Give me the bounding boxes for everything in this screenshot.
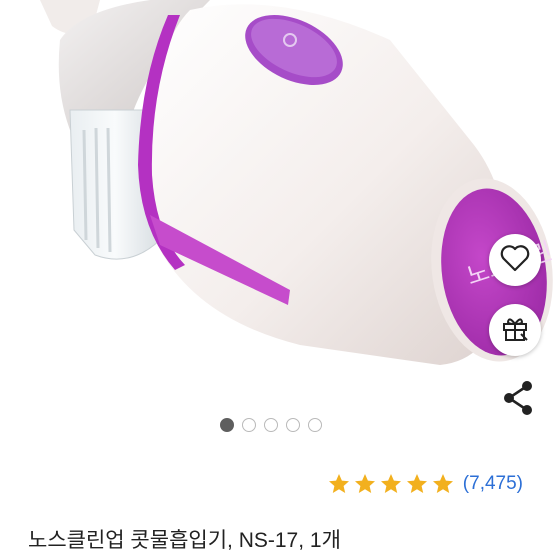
product-image[interactable]: 노스클린 [0, 0, 553, 400]
star-icon [432, 474, 453, 493]
product-title: 노스클린업 콧물흡입기, NS-17, 1개 [28, 529, 341, 552]
heart-icon [500, 244, 530, 276]
gift-icon [500, 313, 530, 347]
gallery-dot[interactable] [242, 418, 256, 432]
rating-summary[interactable]: (7,475) [327, 472, 523, 496]
share-icon [502, 380, 534, 420]
star-rating [327, 472, 455, 496]
star-icon [406, 474, 427, 493]
gallery-pagination [0, 418, 553, 432]
gallery-dot[interactable] [308, 418, 322, 432]
gallery-dot[interactable] [264, 418, 278, 432]
review-count[interactable]: (7,475) [463, 473, 523, 495]
gift-button[interactable] [489, 304, 541, 356]
star-icon [354, 474, 375, 493]
share-button[interactable] [501, 380, 535, 420]
gallery-dot[interactable] [220, 418, 234, 432]
nasal-aspirator-illustration: 노스클린 [40, 0, 553, 366]
star-icon [380, 474, 401, 493]
wishlist-button[interactable] [489, 234, 541, 286]
star-icon [328, 474, 349, 493]
gallery-dot[interactable] [286, 418, 300, 432]
